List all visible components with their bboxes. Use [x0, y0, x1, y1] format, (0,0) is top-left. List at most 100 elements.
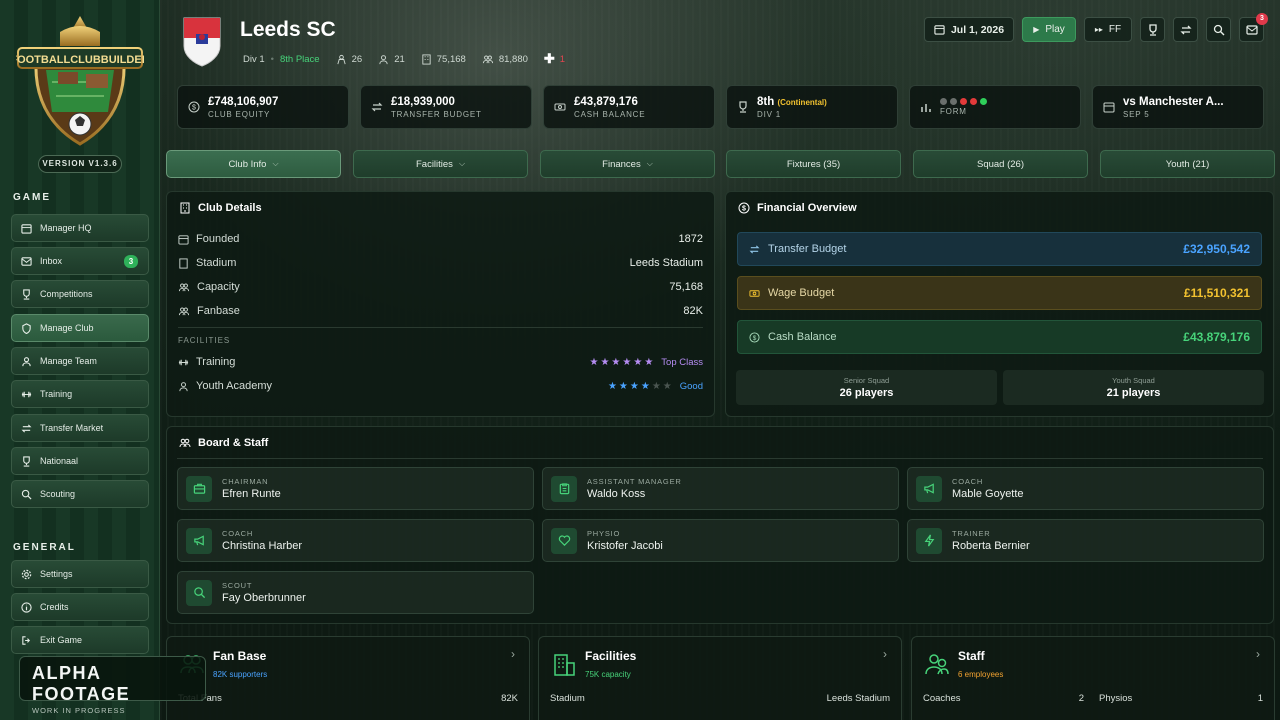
- svg-text:$: $: [742, 206, 746, 213]
- trophy-button[interactable]: [1140, 17, 1165, 42]
- staff-name: Efren Runte: [222, 488, 281, 500]
- inbox-button[interactable]: 3: [1239, 13, 1268, 42]
- founded-row: Founded 1872: [178, 229, 703, 249]
- club-details-title: Club Details: [179, 202, 262, 214]
- tab-club-info[interactable]: Club Info ⌵: [166, 150, 341, 178]
- staff-card-chairman[interactable]: CHAIRMAN Efren Runte: [177, 467, 534, 510]
- building-icon: [554, 654, 575, 676]
- cash-balance-label: Cash Balance: [768, 331, 837, 343]
- transfer-value: £18,939,000: [391, 95, 455, 108]
- tab-youth[interactable]: Youth (21): [1100, 150, 1275, 178]
- star-rating: ★ ★ ★ ★ ★ ★: [589, 357, 655, 368]
- staff-card-coach-2[interactable]: COACH Christina Harber: [177, 519, 534, 562]
- club-builder-logo: FOOTBALLCLUBBUILDER: [16, 16, 144, 146]
- users-icon: [179, 438, 191, 448]
- nav-manager-hq[interactable]: Manager HQ: [11, 214, 149, 242]
- nav-settings[interactable]: Settings: [11, 560, 149, 588]
- nav-competitions[interactable]: Competitions: [11, 280, 149, 308]
- version-badge: VERSION V1.3.6: [38, 155, 122, 173]
- nav-scouting[interactable]: Scouting: [11, 480, 149, 508]
- top-toolbar: Jul 1, 2026 ▶ Play ▸▸ FF 3: [924, 13, 1268, 42]
- youth-stars: ★ ★ ★ ★ ★ ★ Good: [608, 381, 703, 392]
- chevron-down-icon: ⌵: [272, 159, 279, 168]
- youth-squad-box: Youth Squad 21 players: [1003, 370, 1264, 405]
- staff-name: Mable Goyette: [952, 488, 1024, 500]
- fan-base-card[interactable]: Fan Base 82K supporters › Total Fans82K: [166, 636, 530, 720]
- row-label: Stadium: [196, 257, 237, 269]
- nav-inbox[interactable]: Inbox 3: [11, 247, 149, 275]
- staff-role: COACH: [222, 529, 254, 538]
- financial-title: $ Financial Overview: [738, 202, 857, 214]
- nav-label: Manager HQ: [40, 223, 92, 233]
- users-icon: [20, 355, 32, 367]
- divider: [177, 458, 1263, 459]
- facilities-card[interactable]: Facilities 75K capacity › Stadium Leeds S…: [538, 636, 902, 720]
- transfer-budget-card: £18,939,000 TRANSFER BUDGET: [360, 85, 532, 129]
- form-dot-loss: [970, 98, 977, 105]
- form-label: FORM: [940, 107, 967, 116]
- fan-base-title: Fan Base: [213, 649, 267, 663]
- calendar-icon: [20, 222, 32, 234]
- user-icon: [379, 54, 388, 64]
- form-dot-draw: [950, 98, 957, 105]
- staff-card-scout[interactable]: SCOUT Fay Oberbrunner: [177, 571, 534, 614]
- coaches-row: Coaches 2: [923, 693, 1084, 704]
- capacity-value: 75,168: [436, 53, 466, 65]
- tab-facilities[interactable]: Facilities ⌵: [353, 150, 528, 178]
- search-button[interactable]: [1206, 17, 1231, 42]
- transfer-budget-label: Transfer Budget: [768, 243, 847, 255]
- staff-name: Roberta Bernier: [952, 540, 1030, 552]
- position-label: DIV 1: [757, 109, 782, 119]
- transfer-icon: [749, 244, 760, 254]
- senior-squad-box: Senior Squad 26 players: [736, 370, 997, 405]
- trophy-icon: [20, 288, 32, 300]
- staff-card-trainer[interactable]: TRAINER Roberta Bernier: [907, 519, 1264, 562]
- tab-label: Club Info: [228, 158, 267, 170]
- dollar-circle-icon: $: [738, 202, 750, 214]
- senior-squad-label: Senior Squad: [843, 376, 890, 385]
- row-label: Physios: [1099, 693, 1133, 704]
- nav-exit-game[interactable]: Exit Game: [11, 626, 149, 654]
- senior-squad-value: 26 players: [839, 387, 894, 399]
- squad-count: 26: [351, 53, 363, 65]
- training-rating: Top Class: [661, 356, 703, 368]
- fan-base-subtitle: 82K supporters: [213, 670, 268, 679]
- tab-squad[interactable]: Squad (26): [913, 150, 1088, 178]
- stadium-row: Stadium Leeds Stadium: [178, 253, 703, 273]
- stadium-value: Leeds Stadium: [629, 257, 703, 269]
- staff-card-physio[interactable]: PHYSIO Kristofer Jacobi: [542, 519, 899, 562]
- league-place: 8th Place: [279, 53, 320, 65]
- nav-label: Inbox: [40, 256, 63, 266]
- nav-nationaal[interactable]: Nationaal: [11, 447, 149, 475]
- play-button[interactable]: ▶ Play: [1022, 17, 1076, 42]
- trophy-icon: [20, 455, 32, 467]
- coins-icon: [749, 289, 760, 297]
- nav-credits[interactable]: Credits: [11, 593, 149, 621]
- mail-icon: [20, 255, 32, 267]
- chevron-right-icon: ›: [883, 647, 887, 661]
- staff-card-assistant-manager[interactable]: ASSISTANT MANAGER Waldo Koss: [542, 467, 899, 510]
- next-match-card[interactable]: vs Manchester A... SEP 5: [1092, 85, 1264, 129]
- nav-training[interactable]: Training: [11, 380, 149, 408]
- tab-label: Squad (26): [976, 158, 1024, 170]
- staff-role: ASSISTANT MANAGER: [587, 477, 682, 486]
- continental-label: (Continental): [777, 97, 827, 107]
- fast-forward-button[interactable]: ▸▸ FF: [1084, 17, 1132, 42]
- nav-transfer-market[interactable]: Transfer Market: [11, 414, 149, 442]
- date-button[interactable]: Jul 1, 2026: [924, 17, 1014, 42]
- nav-manage-club[interactable]: Manage Club: [11, 314, 149, 342]
- bar-chart-icon: [921, 104, 931, 112]
- transfers-button[interactable]: [1173, 17, 1198, 42]
- star-filled-icon: ★: [600, 356, 610, 368]
- injuries-stat: ✚ 1: [544, 51, 565, 67]
- staff-card[interactable]: Staff 6 employees › Coaches 2 Physios 1: [911, 636, 1275, 720]
- star-filled-icon: ★: [633, 356, 643, 368]
- tab-fixtures[interactable]: Fixtures (35): [726, 150, 901, 178]
- nav-label: Nationaal: [40, 456, 79, 466]
- search-icon: [186, 579, 212, 606]
- staff-role: PHYSIO: [587, 529, 621, 538]
- staff-card-coach-1[interactable]: COACH Mable Goyette: [907, 467, 1264, 510]
- tab-finances[interactable]: Finances ⌵: [540, 150, 715, 178]
- nav-label: Credits: [40, 602, 69, 612]
- nav-manage-team[interactable]: Manage Team: [11, 347, 149, 375]
